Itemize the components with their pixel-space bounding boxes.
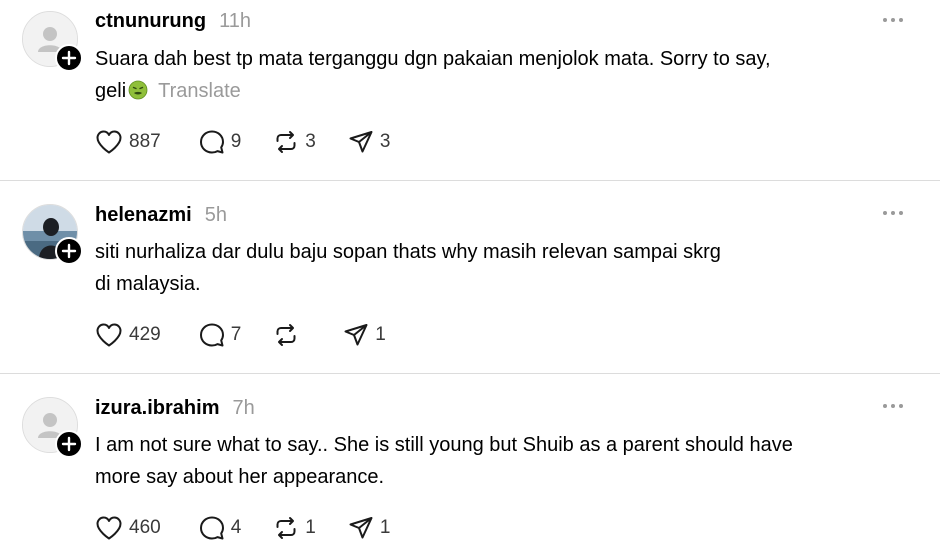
username[interactable]: ctnunurung bbox=[95, 10, 206, 33]
post-text: siti nurhaliza dar dulu baju sopan thats… bbox=[95, 236, 910, 300]
heart-icon bbox=[95, 129, 123, 155]
like-count: 429 bbox=[129, 324, 161, 345]
thread-post: helenazmi 5h siti nurhaliza dar dulu baj… bbox=[0, 193, 940, 386]
share-count: 1 bbox=[375, 324, 386, 345]
like-button[interactable]: 429 bbox=[95, 322, 161, 348]
username[interactable]: izura.ibrahim bbox=[95, 397, 219, 420]
heart-icon bbox=[95, 515, 123, 541]
share-count: 1 bbox=[379, 517, 391, 538]
heart-icon bbox=[95, 322, 123, 348]
post-text-line: di malaysia. bbox=[95, 273, 201, 295]
repost-button[interactable]: 3 bbox=[273, 129, 316, 155]
avatar[interactable] bbox=[22, 397, 83, 458]
like-count: 460 bbox=[129, 517, 161, 538]
reply-button[interactable]: 7 bbox=[199, 322, 242, 348]
comment-count: 7 bbox=[230, 324, 242, 345]
repost-icon bbox=[273, 515, 299, 541]
share-button[interactable]: 3 bbox=[348, 129, 391, 155]
timestamp: 5h bbox=[204, 204, 227, 226]
send-icon bbox=[343, 322, 369, 348]
action-bar: 460 4 1 1 bbox=[95, 514, 390, 542]
follow-plus-icon[interactable] bbox=[55, 237, 83, 265]
like-button[interactable]: 460 bbox=[95, 515, 161, 541]
repost-count: 1 bbox=[305, 517, 316, 538]
comment-icon bbox=[199, 129, 225, 155]
reply-button[interactable]: 9 bbox=[199, 129, 242, 155]
divider bbox=[0, 180, 940, 181]
send-icon bbox=[348, 515, 374, 541]
post-text-line: Suara dah best tp mata terganggu dgn pak… bbox=[95, 48, 771, 70]
thread-post: izura.ibrahim 7h I am not sure what to s… bbox=[0, 386, 940, 556]
post-header: izura.ibrahim 7h bbox=[95, 397, 255, 423]
timestamp: 11h bbox=[219, 10, 251, 32]
repost-button[interactable] bbox=[273, 322, 305, 348]
divider bbox=[0, 373, 940, 374]
share-count: 3 bbox=[379, 131, 391, 152]
follow-plus-icon[interactable] bbox=[55, 44, 83, 72]
action-bar: 429 7 1 bbox=[95, 321, 386, 349]
post-text-line2: geli bbox=[95, 80, 127, 102]
like-count: 887 bbox=[129, 131, 161, 152]
nauseated-face-emoji-icon bbox=[128, 80, 148, 100]
share-button[interactable]: 1 bbox=[343, 322, 386, 348]
avatar[interactable] bbox=[22, 204, 83, 265]
share-button[interactable]: 1 bbox=[348, 515, 391, 541]
comment-count: 4 bbox=[230, 517, 242, 538]
post-text-line: geli Translate bbox=[95, 75, 910, 107]
reply-button[interactable]: 4 bbox=[199, 515, 242, 541]
comment-icon bbox=[199, 322, 225, 348]
translate-link[interactable]: Translate bbox=[158, 80, 241, 102]
action-bar: 887 9 3 3 bbox=[95, 128, 390, 156]
send-icon bbox=[348, 129, 374, 155]
repost-icon bbox=[273, 129, 299, 155]
post-header: ctnunurung 11h bbox=[95, 10, 251, 36]
post-text: Suara dah best tp mata terganggu dgn pak… bbox=[95, 43, 910, 107]
repost-icon bbox=[273, 322, 299, 348]
post-text-line: I am not sure what to say.. She is still… bbox=[95, 434, 793, 456]
post-text: I am not sure what to say.. She is still… bbox=[95, 429, 910, 493]
thread-post: ctnunurung 11h Suara dah best tp mata te… bbox=[0, 0, 940, 193]
post-header: helenazmi 5h bbox=[95, 204, 227, 230]
more-options-icon[interactable] bbox=[882, 403, 904, 415]
repost-count: 3 bbox=[305, 131, 316, 152]
repost-button[interactable]: 1 bbox=[273, 515, 316, 541]
comment-count: 9 bbox=[230, 131, 242, 152]
more-options-icon[interactable] bbox=[882, 17, 904, 29]
like-button[interactable]: 887 bbox=[95, 129, 161, 155]
comment-icon bbox=[199, 515, 225, 541]
follow-plus-icon[interactable] bbox=[55, 430, 83, 458]
timestamp: 7h bbox=[232, 397, 255, 419]
avatar[interactable] bbox=[22, 11, 83, 72]
post-text-line: more say about her appearance. bbox=[95, 466, 385, 488]
post-text-line: siti nurhaliza dar dulu baju sopan thats… bbox=[95, 241, 721, 263]
username[interactable]: helenazmi bbox=[95, 204, 192, 227]
more-options-icon[interactable] bbox=[882, 210, 904, 222]
